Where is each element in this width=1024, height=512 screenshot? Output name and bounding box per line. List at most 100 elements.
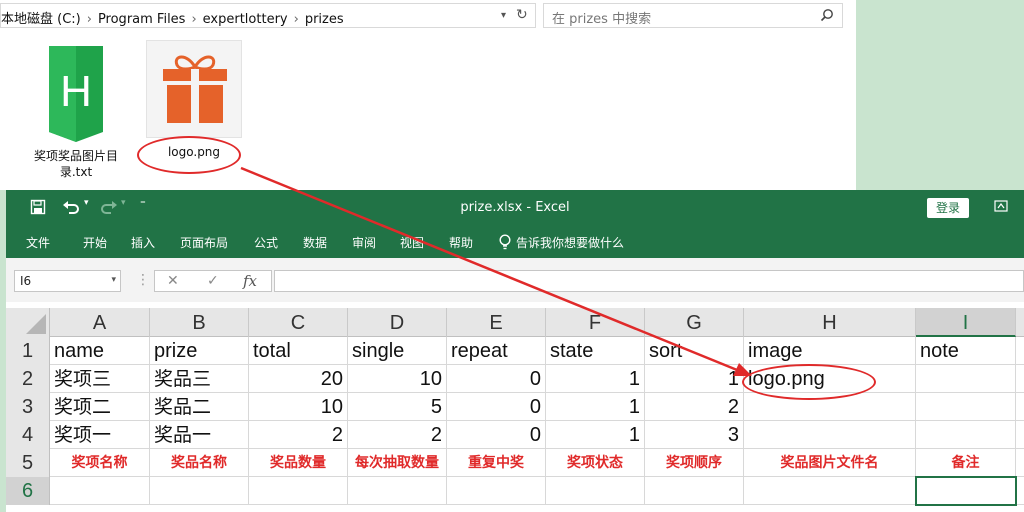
- column-header-e[interactable]: E: [447, 308, 546, 337]
- row-header[interactable]: 3: [6, 393, 50, 421]
- cell-c5[interactable]: 奖品数量: [249, 449, 348, 477]
- cell-g4[interactable]: 3: [645, 421, 744, 449]
- cell-a2[interactable]: 奖项三: [50, 365, 150, 393]
- cell-i4[interactable]: [916, 421, 1016, 449]
- cell-b5[interactable]: 奖品名称: [150, 449, 249, 477]
- tab-formulas[interactable]: 公式: [254, 234, 278, 251]
- formula-input[interactable]: [274, 270, 1024, 292]
- login-button[interactable]: 登录: [927, 198, 969, 218]
- breadcrumb-item-drive[interactable]: 本地磁盘 (C:): [1, 12, 81, 27]
- cell-c4[interactable]: 2: [249, 421, 348, 449]
- cell-g6[interactable]: [645, 477, 744, 505]
- breadcrumb-item-program-files[interactable]: Program Files: [98, 12, 186, 27]
- cell-d2[interactable]: 10: [348, 365, 447, 393]
- table-row: 3 奖项二 奖品二 10 5 0 1 2: [6, 393, 1024, 421]
- cell-f4[interactable]: 1: [546, 421, 645, 449]
- tell-me-search[interactable]: 告诉我你想要做什么: [516, 234, 624, 251]
- column-header-d[interactable]: D: [348, 308, 447, 337]
- cell-b3[interactable]: 奖品二: [150, 393, 249, 421]
- cell-c1[interactable]: total: [249, 337, 348, 365]
- cell-f6[interactable]: [546, 477, 645, 505]
- cell-d1[interactable]: single: [348, 337, 447, 365]
- cell-e3[interactable]: 0: [447, 393, 546, 421]
- cell-g2[interactable]: 1: [645, 365, 744, 393]
- cancel-icon[interactable]: ✕: [167, 273, 179, 289]
- cell-d4[interactable]: 2: [348, 421, 447, 449]
- column-header-h[interactable]: H: [744, 308, 916, 337]
- row-header[interactable]: 5: [6, 449, 50, 477]
- tab-page-layout[interactable]: 页面布局: [180, 234, 228, 251]
- cell-g1[interactable]: sort: [645, 337, 744, 365]
- cell-i3[interactable]: [916, 393, 1016, 421]
- column-header-g[interactable]: G: [645, 308, 744, 337]
- enter-icon[interactable]: ✓: [207, 273, 219, 289]
- cell-f1[interactable]: state: [546, 337, 645, 365]
- search-icon[interactable]: [820, 8, 834, 22]
- column-header-i[interactable]: I: [916, 308, 1016, 337]
- tab-home[interactable]: 开始: [83, 234, 107, 251]
- column-header-b[interactable]: B: [150, 308, 249, 337]
- cell-e2[interactable]: 0: [447, 365, 546, 393]
- cell-e4[interactable]: 0: [447, 421, 546, 449]
- cell-c6[interactable]: [249, 477, 348, 505]
- name-box-dropdown-icon[interactable]: ▾: [111, 275, 116, 285]
- cell-g5[interactable]: 奖项顺序: [645, 449, 744, 477]
- cell-b1[interactable]: prize: [150, 337, 249, 365]
- cell-c3[interactable]: 10: [249, 393, 348, 421]
- ribbon-display-options-icon[interactable]: [994, 199, 1008, 213]
- address-bar[interactable]: 本地磁盘 (C:) › Program Files › expertlottery › pr…: [0, 3, 536, 28]
- cell-i1[interactable]: note: [916, 337, 1016, 365]
- search-input[interactable]: 在 prizes 中搜索: [543, 3, 843, 28]
- cell-d6[interactable]: [348, 477, 447, 505]
- tab-view[interactable]: 视图: [400, 234, 424, 251]
- tab-insert[interactable]: 插入: [131, 234, 155, 251]
- address-dropdown-icon[interactable]: ▾: [501, 10, 506, 21]
- breadcrumb-item-expertlottery[interactable]: expertlottery: [203, 12, 288, 27]
- cell-i2[interactable]: [916, 365, 1016, 393]
- refresh-icon[interactable]: ↻: [516, 7, 528, 23]
- cell-e1[interactable]: repeat: [447, 337, 546, 365]
- cell-h1[interactable]: image: [744, 337, 916, 365]
- cell-a6[interactable]: [50, 477, 150, 505]
- cell-e6[interactable]: [447, 477, 546, 505]
- tab-data[interactable]: 数据: [303, 234, 327, 251]
- cell-f5[interactable]: 奖项状态: [546, 449, 645, 477]
- cell-b4[interactable]: 奖品一: [150, 421, 249, 449]
- cell-h4[interactable]: [744, 421, 916, 449]
- cell-a3[interactable]: 奖项二: [50, 393, 150, 421]
- column-header-a[interactable]: A: [50, 308, 150, 337]
- cell-h6[interactable]: [744, 477, 916, 505]
- cell-b6[interactable]: [150, 477, 249, 505]
- window-title: prize.xlsx - Excel: [460, 200, 570, 215]
- column-header-f[interactable]: F: [546, 308, 645, 337]
- cell-d5[interactable]: 每次抽取数量: [348, 449, 447, 477]
- row-header[interactable]: 4: [6, 421, 50, 449]
- name-box[interactable]: I6 ▾: [14, 270, 121, 292]
- cell-f3[interactable]: 1: [546, 393, 645, 421]
- breadcrumb: 本地磁盘 (C:) › Program Files › expertlottery › pr…: [1, 8, 344, 27]
- cell-a1[interactable]: name: [50, 337, 150, 365]
- tab-help[interactable]: 帮助: [449, 234, 473, 251]
- insert-function-icon[interactable]: fx: [243, 272, 257, 290]
- select-all-button[interactable]: [6, 308, 50, 337]
- breadcrumb-item-prizes[interactable]: prizes: [305, 12, 344, 27]
- column-header-c[interactable]: C: [249, 308, 348, 337]
- tab-review[interactable]: 审阅: [352, 234, 376, 251]
- cell-b2[interactable]: 奖品三: [150, 365, 249, 393]
- formula-bar-grip-icon[interactable]: ⋮: [136, 272, 150, 288]
- cell-c2[interactable]: 20: [249, 365, 348, 393]
- tab-file[interactable]: 文件: [26, 234, 50, 251]
- column-headers: A B C D E F G H I: [6, 308, 1024, 337]
- cell-d3[interactable]: 5: [348, 393, 447, 421]
- cell-f2[interactable]: 1: [546, 365, 645, 393]
- cell-i5[interactable]: 备注: [916, 449, 1016, 477]
- row-header[interactable]: 6: [6, 477, 50, 505]
- cell-a4[interactable]: 奖项一: [50, 421, 150, 449]
- row-header[interactable]: 2: [6, 365, 50, 393]
- cell-g3[interactable]: 2: [645, 393, 744, 421]
- cell-a5[interactable]: 奖项名称: [50, 449, 150, 477]
- cell-h5[interactable]: 奖品图片文件名: [744, 449, 916, 477]
- file-item-txt[interactable]: H 奖项奖品图片目 录.txt: [24, 40, 128, 180]
- cell-e5[interactable]: 重复中奖: [447, 449, 546, 477]
- row-header[interactable]: 1: [6, 337, 50, 365]
